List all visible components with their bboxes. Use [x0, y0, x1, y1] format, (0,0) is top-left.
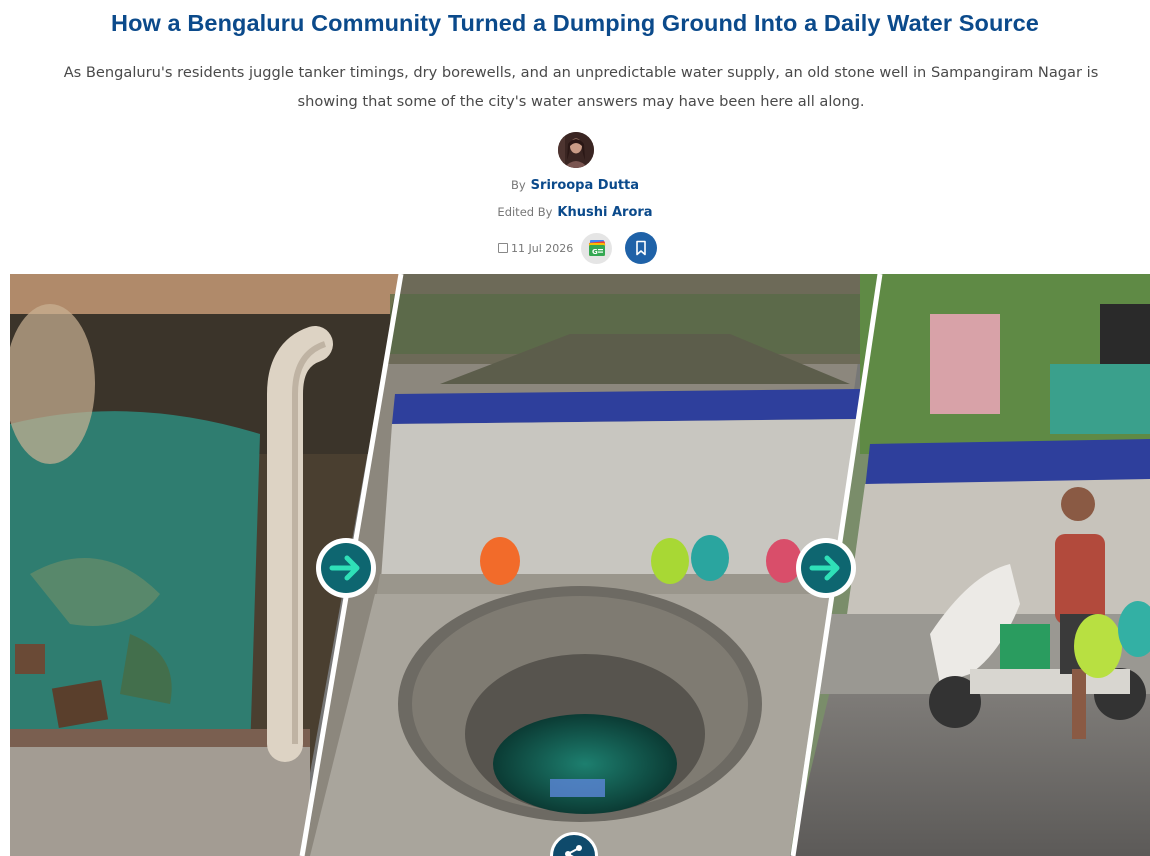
subtitle-line-2: showing that some of the city's water an…	[297, 93, 865, 110]
article-meta: 11 Jul 2026 G	[498, 232, 658, 264]
article-page: How a Bengaluru Community Turned a Dumpi…	[0, 0, 1150, 856]
panel-well	[305, 274, 870, 856]
bookmark-icon	[636, 240, 647, 256]
arrow-right-icon	[796, 538, 856, 598]
editor-label: Edited By	[497, 205, 553, 219]
article-subtitle: As Bengaluru's residents juggle tanker t…	[12, 58, 1150, 116]
bookmark-button[interactable]	[625, 232, 658, 264]
google-news-icon: G	[588, 240, 605, 256]
publish-date: 11 Jul 2026	[498, 242, 573, 255]
author-label: By	[510, 178, 526, 192]
hero-collage	[10, 274, 1150, 856]
author-byline: By Sriroopa Dutta	[0, 178, 1150, 193]
editor-name-link[interactable]: Khushi Arora	[557, 205, 652, 220]
google-news-button[interactable]: G	[581, 232, 613, 264]
avatar-image	[558, 132, 594, 168]
subtitle-line-1: As Bengaluru's residents juggle tanker t…	[63, 64, 1099, 81]
calendar-icon	[498, 243, 508, 253]
hero-image	[10, 274, 1150, 856]
share-icon	[565, 845, 582, 856]
editor-byline: Edited By Khushi Arora	[0, 205, 1150, 220]
svg-text:G: G	[592, 248, 598, 256]
author-avatar[interactable]	[558, 132, 594, 168]
publish-date-text: 11 Jul 2026	[511, 241, 574, 255]
arrow-right-icon	[316, 538, 376, 598]
article-title: How a Bengaluru Community Turned a Dumpi…	[111, 10, 1039, 36]
author-name-link[interactable]: Sriroopa Dutta	[531, 178, 639, 193]
